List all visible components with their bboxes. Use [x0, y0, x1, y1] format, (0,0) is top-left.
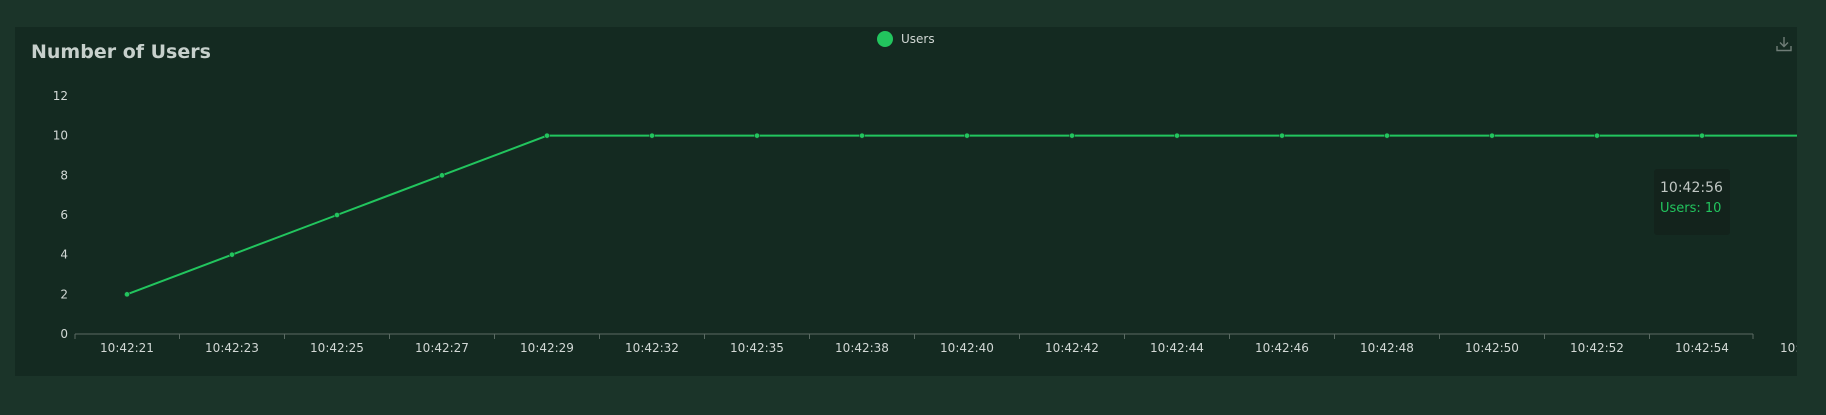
- tooltip: 10:42:56 Users: 10: [1654, 169, 1730, 235]
- chart-panel: Number of Users Users 0 2 4 6 8 10 12 10:42:21…: [15, 27, 1797, 376]
- x-tick-label: 10:42:52: [1570, 341, 1624, 355]
- tooltip-value: Users: 10: [1660, 201, 1722, 216]
- x-tick-label: 10:42:42: [1045, 341, 1099, 355]
- data-point[interactable]: [859, 132, 865, 139]
- data-point[interactable]: [1489, 132, 1495, 139]
- x-tick-label: 10:42:29: [520, 341, 574, 355]
- y-tick-label: 4: [60, 248, 68, 262]
- y-tick-label: 8: [60, 168, 68, 182]
- x-tick-label: 10:42:21: [100, 341, 154, 355]
- tooltip-time: 10:42:56: [1660, 180, 1723, 196]
- x-tick-label: 10:42:48: [1360, 341, 1414, 355]
- x-tick-label: 10:42:46: [1255, 341, 1309, 355]
- series-users: [124, 132, 1797, 298]
- data-point[interactable]: [964, 132, 970, 139]
- x-tick-label: 10:42:25: [310, 341, 364, 355]
- x-tick-label: 10:42:50: [1465, 341, 1519, 355]
- data-point[interactable]: [1174, 132, 1180, 139]
- x-tick-label: 10:42:40: [940, 341, 994, 355]
- y-tick-label: 6: [60, 208, 68, 222]
- data-point[interactable]: [1069, 132, 1075, 139]
- x-tick-label: 10:42:44: [1150, 341, 1204, 355]
- x-tick-label: 10:42:54: [1675, 341, 1729, 355]
- data-point[interactable]: [649, 132, 655, 139]
- data-point[interactable]: [1699, 132, 1705, 139]
- data-point[interactable]: [1384, 132, 1390, 139]
- y-tick-label: 2: [60, 287, 68, 301]
- data-point[interactable]: [1279, 132, 1285, 139]
- line-chart[interactable]: 024681012 10:42:21 10:42:23 10:42:25 10:42:…: [15, 27, 1797, 376]
- series-line-users: [126, 134, 1797, 296]
- data-point[interactable]: [544, 132, 550, 139]
- x-tick-label: 10:42:38: [835, 341, 889, 355]
- y-tick-label: 12: [53, 89, 68, 103]
- data-point[interactable]: [229, 251, 235, 258]
- data-point[interactable]: [754, 132, 760, 139]
- data-point[interactable]: [439, 172, 445, 179]
- y-tick-label: 10: [53, 129, 68, 143]
- data-point[interactable]: [334, 212, 340, 218]
- x-axis: 10:42:21 10:42:23 10:42:25 10:42:27 10:42:29…: [74, 333, 1797, 355]
- x-tick-label: 10:42:27: [415, 341, 469, 355]
- y-tick-label: 0: [60, 327, 68, 341]
- data-point[interactable]: [124, 291, 130, 298]
- x-tick-label: 10:42:23: [205, 341, 259, 355]
- x-tick-label: 10:42:56: [1780, 341, 1797, 355]
- data-point[interactable]: [1594, 132, 1600, 139]
- y-axis: 0 2 4 6 8 10 12: [53, 89, 68, 341]
- x-tick-label: 10:42:35: [730, 341, 784, 355]
- x-tick-label: 10:42:32: [625, 341, 679, 355]
